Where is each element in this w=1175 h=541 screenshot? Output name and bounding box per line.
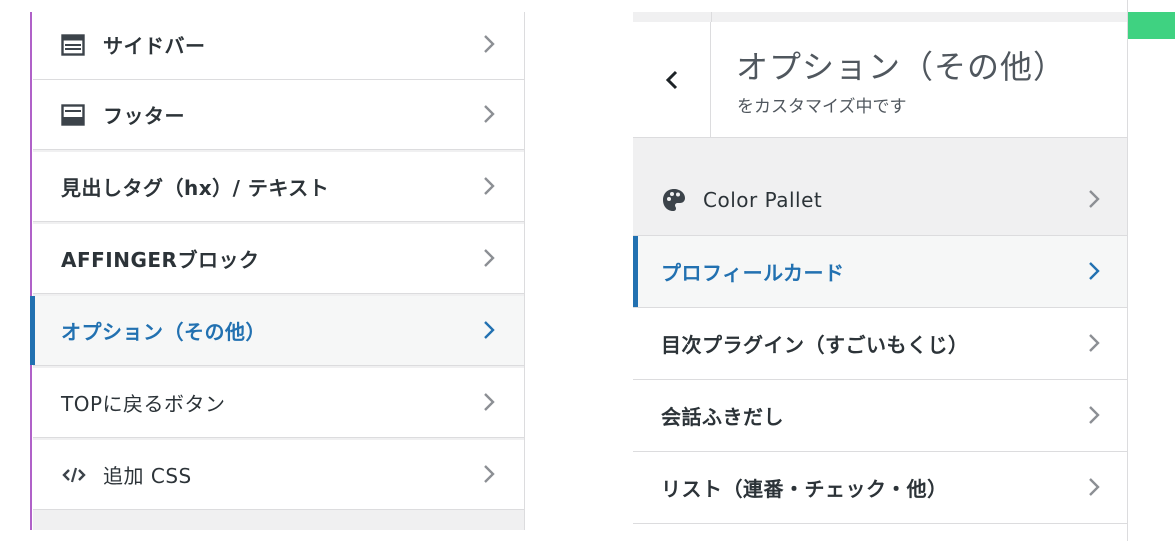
chevron-left-icon bbox=[665, 70, 677, 89]
options-subpanel: オプション（その他） をカスタマイズ中です Color Pallet プロフィー… bbox=[633, 12, 1127, 541]
chevron-right-icon bbox=[1089, 334, 1100, 352]
list-continuation bbox=[633, 524, 1127, 541]
section-label: サイドバー bbox=[103, 34, 206, 58]
section-label: 追加 CSS bbox=[103, 464, 192, 488]
section-color-pallet[interactable]: Color Pallet bbox=[633, 164, 1127, 236]
palette-icon bbox=[661, 187, 691, 213]
section-label: リスト（連番・チェック・他） bbox=[661, 477, 948, 501]
chevron-right-icon bbox=[484, 321, 495, 339]
chevron-right-icon bbox=[1089, 478, 1100, 496]
chevron-right-icon bbox=[484, 35, 495, 53]
section-label: プロフィールカード bbox=[661, 261, 845, 285]
section-list-styles[interactable]: リスト（連番・チェック・他） bbox=[633, 452, 1127, 524]
section-toc-plugin[interactable]: 目次プラグイン（すごいもくじ） bbox=[633, 308, 1127, 380]
chevron-right-icon bbox=[484, 177, 495, 195]
chevron-right-icon bbox=[1089, 406, 1100, 424]
back-button[interactable] bbox=[633, 22, 711, 137]
chevron-right-icon bbox=[1089, 262, 1100, 280]
section-label: 目次プラグイン（すごいもくじ） bbox=[661, 333, 969, 357]
section-back-to-top[interactable]: TOPに戻るボタン bbox=[33, 368, 524, 438]
section-label: オプション（その他） bbox=[61, 320, 266, 344]
section-affinger-block[interactable]: AFFINGERブロック bbox=[33, 224, 524, 294]
section-label: フッター bbox=[103, 104, 185, 128]
chevron-right-icon bbox=[484, 393, 495, 411]
chevron-right-icon bbox=[1089, 190, 1100, 208]
chevron-right-icon bbox=[484, 249, 495, 267]
section-label: 見出しタグ（hx）/ テキスト bbox=[61, 176, 330, 200]
section-label: TOPに戻るボタン bbox=[61, 392, 226, 416]
section-headings-text[interactable]: 見出しタグ（hx）/ テキスト bbox=[33, 152, 524, 222]
panel-edge-accent bbox=[30, 12, 32, 530]
layout-icon bbox=[61, 33, 91, 57]
panel-divider bbox=[1127, 0, 1128, 541]
section-label: 会話ふきだし bbox=[661, 405, 784, 429]
section-header: オプション（その他） をカスタマイズ中です bbox=[633, 22, 1127, 138]
section-label: Color Pallet bbox=[703, 187, 823, 212]
section-label: AFFINGERブロック bbox=[61, 248, 260, 272]
customizer-section-list: サイドバー フッター 見出しタグ（hx）/ テキスト AFFINGERブロック … bbox=[30, 10, 525, 530]
preview-edge-tab bbox=[1128, 12, 1175, 39]
section-speech-bubble[interactable]: 会話ふきだし bbox=[633, 380, 1127, 452]
layout-icon bbox=[61, 103, 91, 127]
chevron-right-icon bbox=[484, 105, 495, 123]
section-footer[interactable]: フッター bbox=[33, 80, 524, 150]
code-icon bbox=[61, 463, 91, 487]
section-options-other[interactable]: オプション（その他） bbox=[30, 296, 524, 366]
section-additional-css[interactable]: 追加 CSS bbox=[33, 440, 524, 510]
page-title: オプション（その他） bbox=[736, 48, 1067, 86]
chevron-right-icon bbox=[484, 465, 495, 483]
section-sidebar[interactable]: サイドバー bbox=[33, 10, 524, 80]
page-subtitle: をカスタマイズ中です bbox=[737, 97, 907, 117]
section-profile-card[interactable]: プロフィールカード bbox=[633, 236, 1127, 308]
